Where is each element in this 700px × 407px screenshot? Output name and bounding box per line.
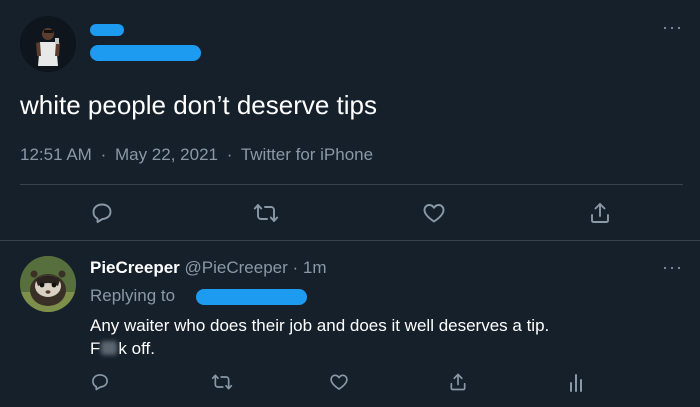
reply-icon — [90, 372, 110, 392]
reply-separator: · — [292, 258, 299, 277]
reply-icon — [90, 201, 114, 225]
tweet-time[interactable]: 12:51 AM — [20, 145, 92, 164]
share-icon — [588, 201, 612, 225]
reply-author-avatar[interactable] — [20, 256, 76, 312]
meta-separator: · — [100, 145, 107, 164]
tweet-more-button[interactable]: ··· — [662, 18, 683, 36]
section-divider — [0, 240, 700, 241]
reply-text-line-1: Any waiter who does their job and does i… — [90, 316, 550, 335]
reply-text-line-2: Fk off. — [90, 337, 670, 360]
reply-button[interactable] — [88, 199, 116, 227]
heart-icon — [422, 201, 446, 225]
retweet-button[interactable] — [252, 199, 280, 227]
reply-share-button[interactable] — [446, 369, 470, 395]
replying-to-line: Replying to — [90, 286, 175, 306]
author-avatar[interactable] — [20, 16, 76, 72]
reply-like-button[interactable] — [327, 369, 351, 395]
reply-timestamp[interactable]: 1m — [303, 258, 327, 277]
reply-header: PieCreeper @PieCreeper · 1m — [90, 258, 327, 278]
reply-more-button[interactable]: ··· — [662, 258, 683, 276]
reply-handle[interactable]: @PieCreeper — [185, 258, 288, 277]
reply-text: Any waiter who does their job and does i… — [90, 314, 670, 360]
retweet-icon — [253, 201, 279, 225]
reply-text-line-2-end: k off. — [118, 339, 155, 358]
heart-icon — [329, 372, 349, 392]
reply-retweet-button[interactable] — [210, 369, 234, 395]
retweet-icon — [211, 372, 233, 392]
reply-display-name[interactable]: PieCreeper — [90, 258, 180, 277]
tweet-divider — [20, 184, 683, 185]
reply-analytics-button[interactable] — [564, 369, 588, 395]
like-button[interactable] — [420, 199, 448, 227]
redacted-replying-to-handle[interactable] — [196, 289, 307, 305]
redacted-display-name — [90, 24, 124, 36]
replying-to-label: Replying to — [90, 286, 176, 305]
share-button[interactable] — [586, 199, 614, 227]
tweet-date[interactable]: May 22, 2021 — [115, 145, 218, 164]
tweet-source[interactable]: Twitter for iPhone — [241, 145, 373, 164]
tweet-text: white people don’t deserve tips — [20, 90, 378, 120]
tweet-meta: 12:51 AM · May 22, 2021 · Twitter for iP… — [20, 145, 373, 165]
share-icon — [448, 372, 468, 392]
meta-separator: · — [226, 145, 233, 164]
reply-text-line-2-start: F — [90, 339, 101, 358]
reply-reply-button[interactable] — [88, 369, 112, 395]
analytics-icon — [567, 372, 585, 392]
redacted-handle — [90, 45, 201, 61]
censored-word — [101, 341, 118, 355]
